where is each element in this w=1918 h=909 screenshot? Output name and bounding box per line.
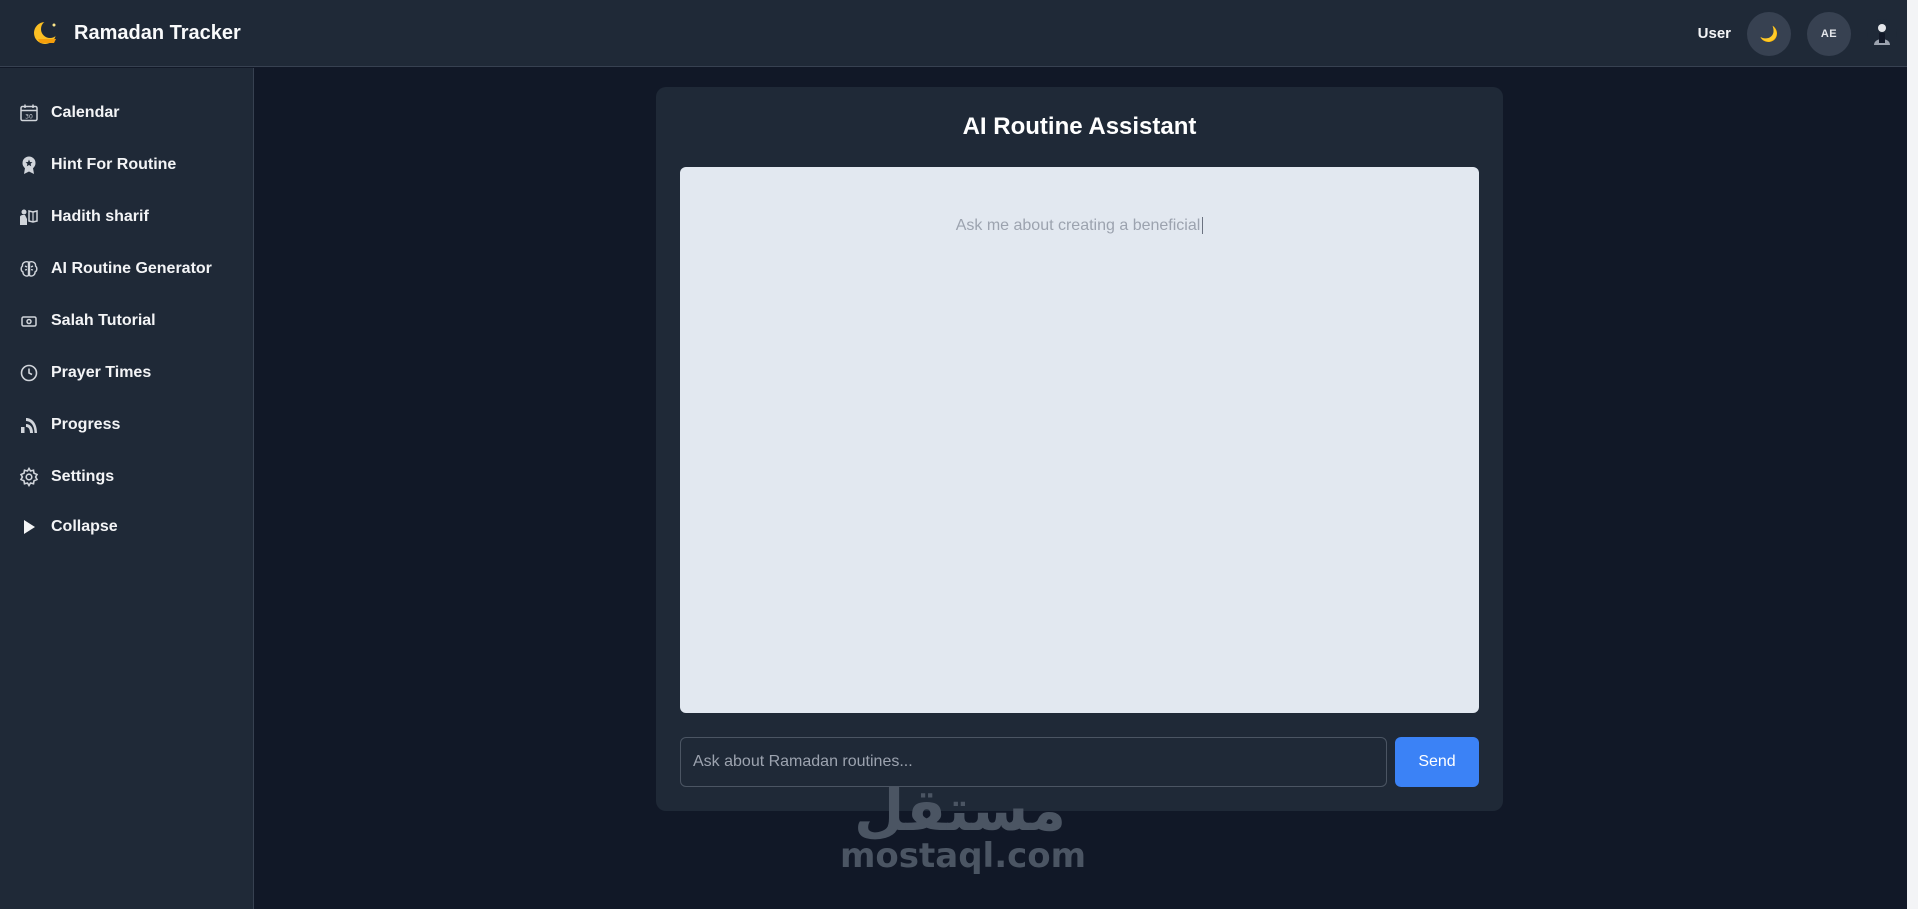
sidebar-item-prayer-times[interactable]: Prayer Times — [0, 347, 253, 399]
watermark-logo: مستقل — [853, 776, 1067, 844]
sidebar-item-salah-tutorial[interactable]: Salah Tutorial — [0, 295, 253, 347]
sidebar-item-hadith-sharif[interactable]: Hadith sharif — [0, 191, 253, 243]
app-title: Ramadan Tracker — [74, 21, 241, 44]
crescent-moon-logo-icon — [30, 17, 62, 49]
sidebar-item-progress[interactable]: Progress — [0, 399, 253, 451]
sidebar-item-label: Hadith sharif — [51, 208, 149, 225]
moon-icon: 🌙 — [1759, 25, 1779, 43]
sidebar-item-label: Prayer Times — [51, 364, 152, 381]
user-label: User — [1697, 25, 1731, 42]
sidebar-item-calendar[interactable]: 30 Calendar — [0, 87, 253, 139]
book-reader-icon — [19, 207, 39, 227]
top-bar: Ramadan Tracker User 🌙 AE — [0, 0, 1907, 67]
sidebar-item-label: Progress — [51, 416, 121, 433]
ai-assistant-card: AI Routine Assistant Ask me about creati… — [656, 87, 1503, 811]
sidebar-item-label: Salah Tutorial — [51, 312, 156, 329]
chat-placeholder-text: Ask me about creating a beneficial — [955, 217, 1201, 234]
page-title: AI Routine Assistant — [962, 113, 1197, 140]
chat-typing-text: Ask me about creating a beneficial — [680, 217, 1479, 235]
sidebar-item-label: Hint For Routine — [51, 156, 177, 173]
chat-messages-area[interactable]: Ask me about creating a beneficial — [680, 167, 1479, 713]
user-photo-icon — [1874, 23, 1890, 45]
sidebar-item-label: Calendar — [51, 104, 120, 121]
sidebar-item-label: AI Routine Generator — [51, 260, 212, 277]
gear-icon — [19, 467, 39, 487]
send-button[interactable]: Send — [1395, 737, 1479, 787]
watermark-url: mostaql.com — [840, 836, 1087, 876]
sidebar-item-label: Collapse — [51, 518, 118, 535]
page-edge — [1907, 0, 1918, 909]
text-caret — [1202, 217, 1204, 235]
progress-icon — [19, 415, 39, 435]
header-actions: User 🌙 AE — [1698, 0, 1897, 67]
svg-text:30: 30 — [25, 114, 33, 121]
avatar-initials: AE — [1820, 27, 1838, 40]
sidebar-item-hint-for-routine[interactable]: Hint For Routine — [0, 139, 253, 191]
language-avatar-button[interactable]: AE — [1807, 11, 1851, 56]
brain-icon — [19, 259, 39, 279]
avatar[interactable] — [1867, 18, 1897, 49]
brand[interactable]: Ramadan Tracker — [30, 17, 241, 49]
badge-icon — [19, 155, 39, 175]
watermark: مستقل mostaql.com — [840, 776, 1087, 876]
sidebar-collapse-button[interactable]: Collapse — [0, 503, 253, 551]
sidebar-item-settings[interactable]: Settings — [0, 451, 253, 503]
clock-icon — [19, 363, 39, 383]
theme-toggle-button[interactable]: 🌙 — [1747, 11, 1791, 56]
play-icon — [19, 517, 39, 537]
sidebar: 30 Calendar Hint For Routine Hadith shar… — [0, 68, 254, 909]
sidebar-item-label: Settings — [51, 468, 115, 485]
sidebar-item-ai-routine-generator[interactable]: AI Routine Generator — [0, 243, 253, 295]
video-icon — [19, 311, 39, 331]
calendar-icon: 30 — [19, 103, 39, 123]
